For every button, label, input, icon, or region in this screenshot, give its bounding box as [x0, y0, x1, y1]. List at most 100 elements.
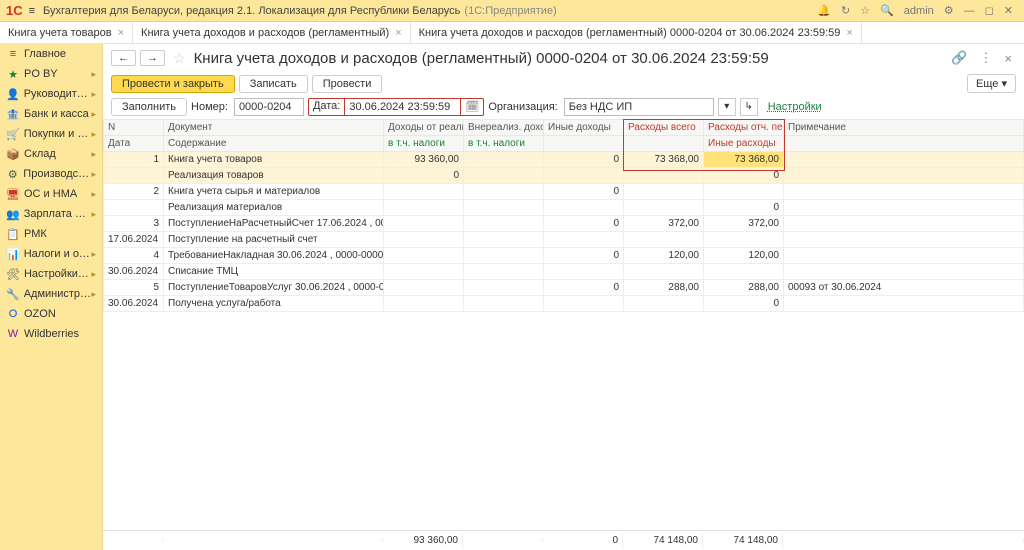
kebab-icon[interactable]: ⋮ — [979, 50, 992, 66]
sidebar-icon: O — [6, 308, 20, 320]
sidebar-item[interactable]: 📋РМК — [0, 224, 102, 244]
minimize-icon[interactable]: — — [964, 5, 975, 17]
table-row[interactable]: Реализация товаров00 — [104, 168, 1024, 184]
table-row[interactable]: 3ПоступлениеНаРасчетныйСчет 17.06.2024 ,… — [104, 216, 1024, 232]
table-row[interactable]: Реализация материалов0 — [104, 200, 1024, 216]
sidebar-item[interactable]: 🛒Покупки и продажи▸ — [0, 124, 102, 144]
sidebar-item[interactable]: 🛠Настройки учета▸ — [0, 264, 102, 284]
sidebar-item[interactable]: O OZON — [0, 304, 102, 324]
col-income-real[interactable]: Доходы от реализ. — [384, 120, 464, 136]
sidebar-icon: ⚙ — [6, 168, 19, 181]
sidebar-item[interactable]: 📦Склад▸ — [0, 144, 102, 164]
history-icon[interactable]: ↻ — [841, 4, 850, 17]
tab-label: Книга учета доходов и расходов (регламен… — [141, 27, 389, 39]
sidebar-item[interactable]: 📊Налоги и отчетность▸ — [0, 244, 102, 264]
col-exp-other[interactable]: Иные расходы — [704, 136, 784, 152]
col-doc[interactable]: Документ — [164, 120, 384, 136]
footer-exp-total: 74 148,00 — [623, 533, 703, 548]
sidebar-item[interactable]: 🖥ОС и НМА▸ — [0, 184, 102, 204]
user-label[interactable]: admin — [904, 5, 934, 17]
fill-button[interactable]: Заполнить — [111, 98, 187, 116]
sidebar-item[interactable]: 👤Руководителю▸ — [0, 84, 102, 104]
tab-item[interactable]: Книга учета доходов и расходов (регламен… — [411, 22, 862, 43]
col-note[interactable]: Примечание — [784, 120, 1024, 136]
sidebar-item[interactable]: 👥Зарплата и кадры▸ — [0, 204, 102, 224]
table-row[interactable]: 4ТребованиеНакладная 30.06.2024 , 0000-0… — [104, 248, 1024, 264]
sidebar-item-label: Склад — [24, 148, 56, 160]
number-field[interactable] — [234, 98, 304, 116]
save-button[interactable]: Записать — [239, 75, 308, 93]
bell-icon[interactable]: 🔔 — [817, 4, 831, 17]
chevron-right-icon: ▸ — [91, 249, 96, 260]
tab-bar: Книга учета товаров × Книга учета доходов… — [0, 22, 1024, 44]
footer-other: 0 — [543, 533, 623, 548]
sidebar-icon: 🔧 — [6, 288, 20, 301]
field-bar: Заполнить Номер: Дата: 🗓 Организация: ▾ … — [103, 95, 1024, 119]
favorite-icon[interactable]: ☆ — [173, 50, 186, 67]
col-income-other[interactable]: Иные доходы — [544, 120, 624, 136]
app-subtitle: (1С:Предприятие) — [464, 5, 556, 17]
date-field-wrap: Дата: 🗓 — [308, 98, 484, 116]
sidebar-icon: ★ — [6, 68, 20, 81]
date-field[interactable] — [345, 99, 460, 115]
tab-item[interactable]: Книга учета товаров × — [0, 22, 133, 43]
sidebar-item[interactable]: ⚙Производство▸ — [0, 164, 102, 184]
settings-icon[interactable]: ⚙ — [944, 4, 954, 17]
tab-close-icon[interactable]: × — [118, 27, 124, 39]
sidebar-item-label: Банк и касса — [24, 108, 89, 120]
col-desc[interactable]: Содержание — [164, 136, 384, 152]
table-row[interactable]: 1Книга учета товаров93 360,00073 368,007… — [104, 152, 1024, 168]
org-open-button[interactable]: ↳ — [740, 98, 758, 116]
col-tax2[interactable]: в т.ч. налоги — [464, 136, 544, 152]
maximize-icon[interactable]: ◻ — [985, 4, 994, 17]
sidebar-item[interactable]: 🔧Администрирование▸ — [0, 284, 102, 304]
tab-item[interactable]: Книга учета доходов и расходов (регламен… — [133, 22, 411, 43]
chevron-right-icon: ▸ — [91, 209, 96, 220]
app-title: Бухгалтерия для Беларуси, редакция 2.1. … — [43, 5, 460, 17]
sidebar-icon: 🏦 — [6, 108, 20, 121]
sidebar-item[interactable]: ★PO BY▸ — [0, 64, 102, 84]
link-icon[interactable]: 🔗 — [951, 50, 967, 66]
tab-close-icon[interactable]: × — [395, 27, 401, 39]
sidebar-item[interactable]: WWildberries — [0, 324, 102, 344]
menu-icon[interactable]: ≡ — [29, 5, 35, 17]
post-and-close-button[interactable]: Провести и закрыть — [111, 75, 235, 93]
table-row[interactable]: 30.06.2024Получена услуга/работа0 — [104, 296, 1024, 312]
sidebar-item[interactable]: 🏦Банк и касса▸ — [0, 104, 102, 124]
data-grid[interactable]: N Документ Доходы от реализ. Внереализ. … — [103, 119, 1024, 530]
grid-footer: 93 360,00 0 74 148,00 74 148,00 — [103, 530, 1024, 550]
back-button[interactable]: ← — [111, 50, 136, 66]
col-exp-total[interactable]: Расходы всего — [624, 120, 704, 136]
col-income-non[interactable]: Внереализ. доходы — [464, 120, 544, 136]
settings-link[interactable]: Настройки — [768, 101, 822, 113]
table-row[interactable]: 5ПоступлениеТоваровУслуг 30.06.2024 , 00… — [104, 280, 1024, 296]
tab-close-icon[interactable]: × — [846, 27, 852, 39]
sidebar-icon: 🛒 — [6, 128, 20, 141]
close-panel-icon[interactable]: × — [1004, 51, 1012, 66]
col-date[interactable]: Дата — [104, 136, 164, 152]
table-row[interactable]: 2Книга учета сырья и материалов0 — [104, 184, 1024, 200]
forward-button[interactable]: → — [140, 50, 165, 66]
table-row[interactable]: 30.06.2024Списание ТМЦ — [104, 264, 1024, 280]
col-tax1[interactable]: в т.ч. налоги — [384, 136, 464, 152]
tab-label: Книга учета товаров — [8, 27, 112, 39]
table-row[interactable]: 17.06.2024Поступление на расчетный счет — [104, 232, 1024, 248]
sidebar-item-label: Руководителю — [24, 88, 92, 100]
calendar-icon[interactable]: 🗓 — [460, 99, 483, 115]
footer-income: 93 360,00 — [383, 533, 463, 548]
close-icon[interactable]: ✕ — [1004, 4, 1013, 17]
more-button[interactable]: Еще ▾ — [967, 74, 1016, 93]
content: ← → ☆ Книга учета доходов и расходов (ре… — [103, 44, 1024, 550]
search-icon[interactable]: 🔍 — [880, 4, 894, 17]
col-n[interactable]: N — [104, 120, 164, 136]
org-label: Организация: — [488, 101, 557, 113]
col-exp-period[interactable]: Расходы отч. периода — [704, 120, 784, 136]
sidebar-icon: 📦 — [6, 148, 20, 161]
org-field[interactable] — [564, 98, 714, 116]
sidebar-icon: 📋 — [6, 228, 20, 241]
sidebar-item[interactable]: ≡Главное — [0, 44, 102, 64]
org-select-button[interactable]: ▾ — [718, 98, 736, 116]
star-icon[interactable]: ☆ — [860, 4, 870, 17]
post-button[interactable]: Провести — [312, 75, 383, 93]
sidebar-item-label: OZON — [24, 308, 56, 320]
